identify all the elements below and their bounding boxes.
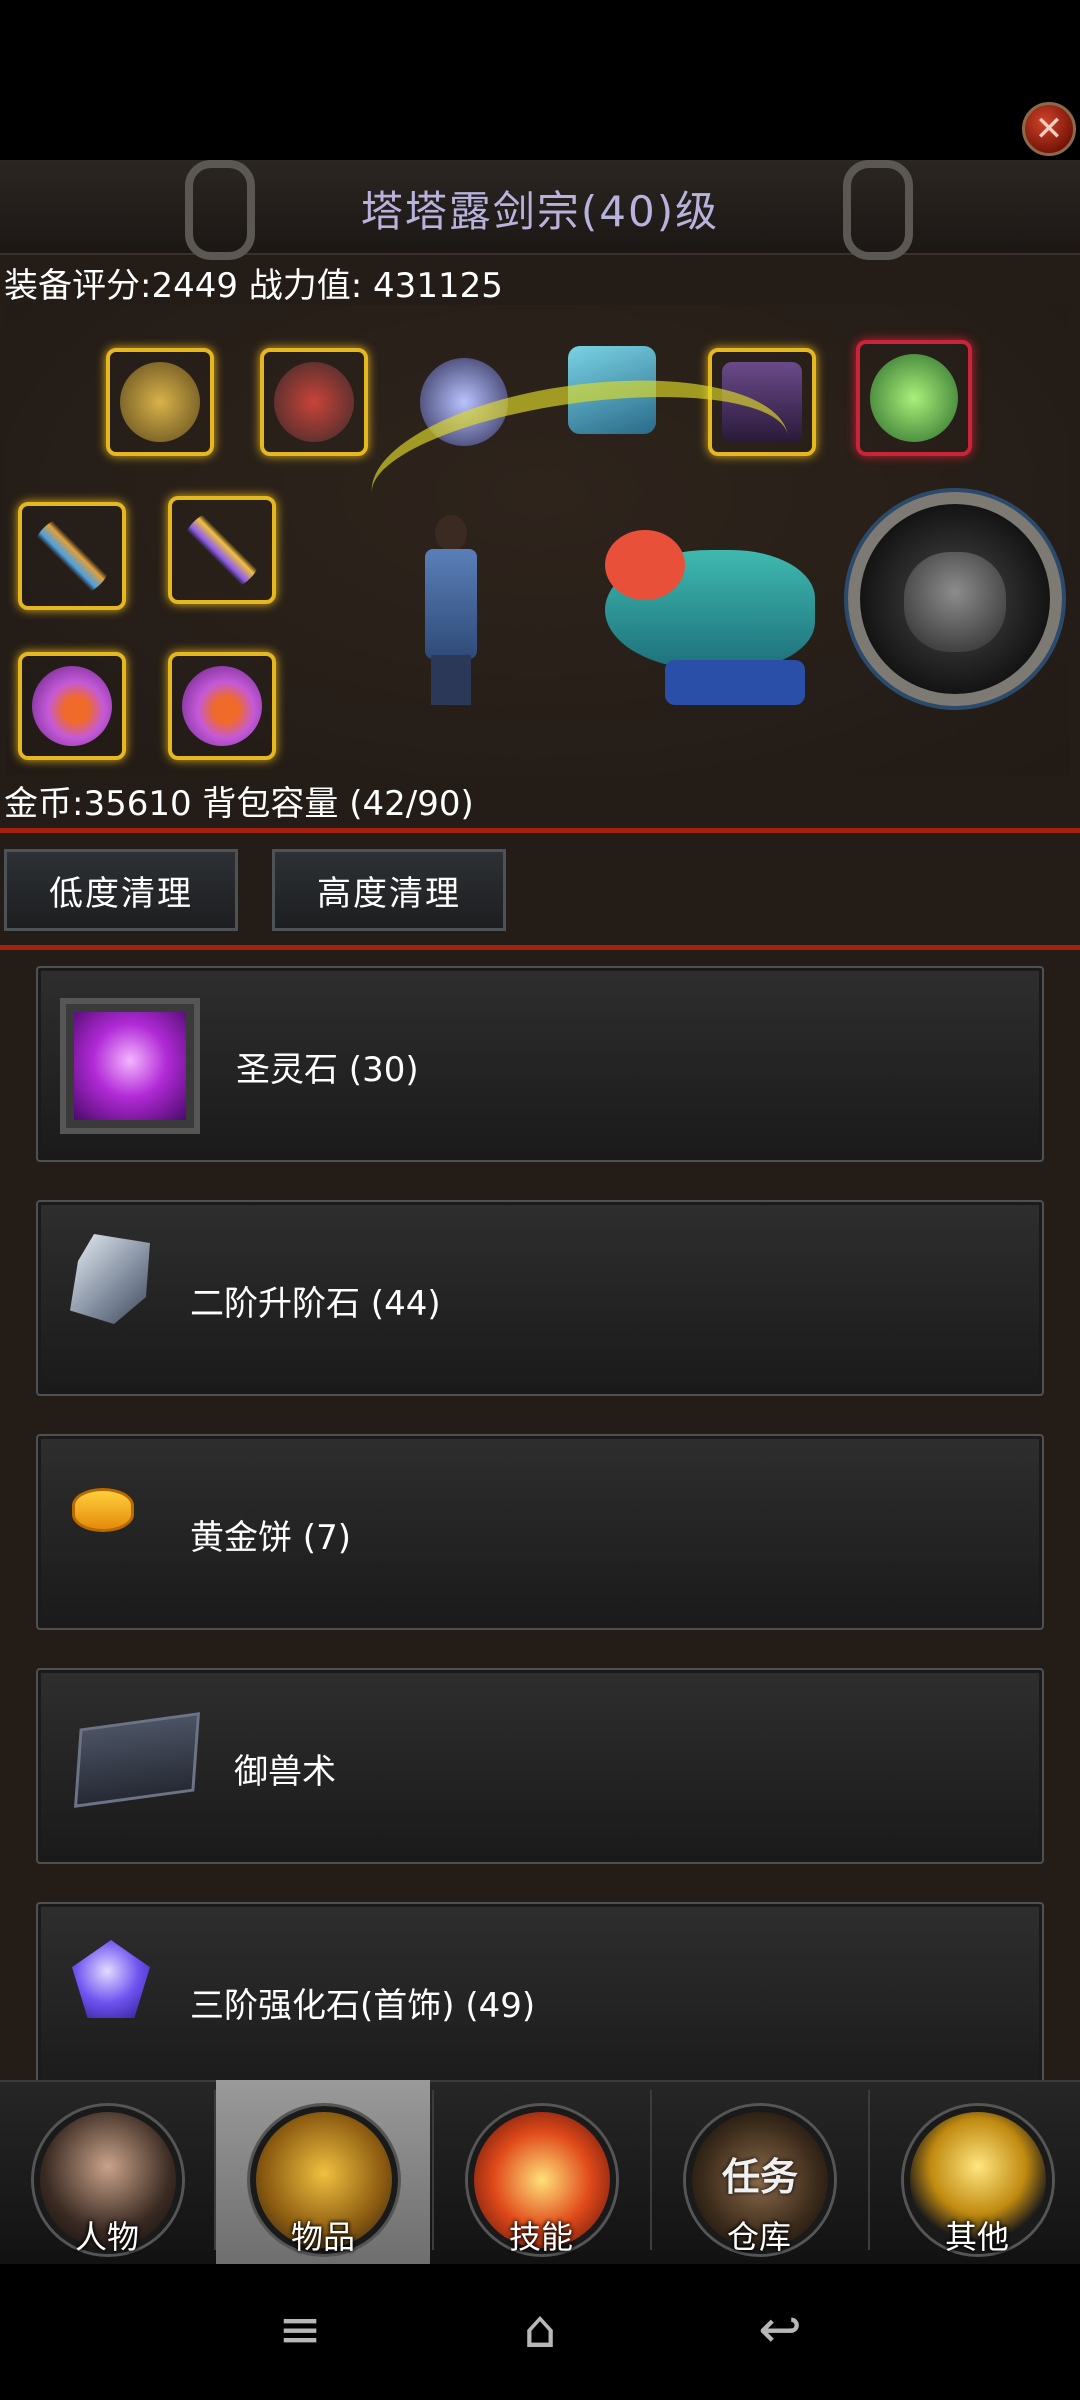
- book-icon: [73, 1712, 201, 1808]
- amulet-slot[interactable]: [856, 340, 972, 456]
- character-model: [415, 515, 485, 705]
- tab-items[interactable]: 物品: [216, 2080, 430, 2264]
- armor-slot[interactable]: [260, 348, 368, 456]
- weapon-slot[interactable]: [18, 502, 126, 610]
- spear-icon: [182, 510, 262, 590]
- tab-skills[interactable]: 技能: [434, 2080, 648, 2264]
- ring-icon: [32, 666, 112, 746]
- ring-icon: [182, 666, 262, 746]
- list-item[interactable]: 二阶升阶石 (44): [36, 1200, 1044, 1396]
- gold-cake-icon: [72, 1488, 134, 1532]
- item-list[interactable]: 圣灵石 (30) 二阶升阶石 (44) 黄金饼 (7) 御兽术 三阶强化石(首饰…: [36, 966, 1044, 2080]
- helmet-icon: [120, 362, 200, 442]
- tab-warehouse[interactable]: 任务 仓库: [652, 2080, 866, 2264]
- tab-label: 仓库: [726, 2218, 791, 2256]
- chest-overlay-text: 任务: [721, 2155, 798, 2199]
- amulet-icon: [870, 354, 958, 442]
- tab-other[interactable]: 其他: [870, 2080, 1080, 2264]
- item-name: 二阶升阶石 (44): [190, 1283, 441, 1324]
- sword-icon: [32, 516, 112, 596]
- list-item[interactable]: 三阶强化石(首饰) (49): [36, 1902, 1044, 2080]
- tab-label: 物品: [290, 2218, 355, 2256]
- pet-model: [605, 510, 835, 710]
- upgrade-stone-icon: [70, 1234, 150, 1324]
- tab-label: 人物: [74, 2218, 139, 2256]
- mount-portrait[interactable]: [848, 492, 1062, 706]
- tiger-icon: [904, 552, 1006, 652]
- ring-right-slot[interactable]: [168, 652, 276, 760]
- helmet-slot[interactable]: [106, 348, 214, 456]
- item-name: 圣灵石 (30): [236, 1049, 419, 1090]
- gem-icon: [72, 1940, 150, 2018]
- list-item[interactable]: 圣灵石 (30): [36, 966, 1044, 1162]
- home-icon[interactable]: ⌂: [510, 2300, 570, 2360]
- close-icon: ✕: [1034, 109, 1064, 149]
- gold-and-capacity: 金币:35610 背包容量 (42/90): [4, 784, 474, 824]
- equipment-stats: 装备评分:2449 战力值: 431125: [4, 266, 503, 306]
- divider-bottom: [0, 945, 1080, 950]
- holy-stone-icon: [60, 998, 200, 1134]
- close-button[interactable]: ✕: [1022, 102, 1076, 156]
- status-area: [0, 0, 1080, 160]
- list-item[interactable]: 黄金饼 (7): [36, 1434, 1044, 1630]
- armor-icon: [274, 362, 354, 442]
- tab-label: 其他: [944, 2218, 1009, 2256]
- tab-label: 技能: [508, 2218, 573, 2256]
- item-name: 三阶强化石(首饰) (49): [190, 1985, 536, 2026]
- item-name: 御兽术: [234, 1751, 336, 1792]
- back-icon[interactable]: ↩: [750, 2300, 810, 2360]
- ring-left-slot[interactable]: [18, 652, 126, 760]
- low-clean-button[interactable]: 低度清理: [4, 849, 238, 931]
- tab-character[interactable]: 人物: [0, 2080, 214, 2264]
- item-name: 黄金饼 (7): [190, 1517, 351, 1558]
- spear-slot[interactable]: [168, 496, 276, 604]
- divider-top: [0, 828, 1080, 833]
- page-title: 塔塔露剑宗(40)级: [360, 187, 720, 236]
- high-clean-button[interactable]: 高度清理: [272, 849, 506, 931]
- list-item[interactable]: 御兽术: [36, 1668, 1044, 1864]
- menu-icon[interactable]: ≡: [270, 2300, 330, 2360]
